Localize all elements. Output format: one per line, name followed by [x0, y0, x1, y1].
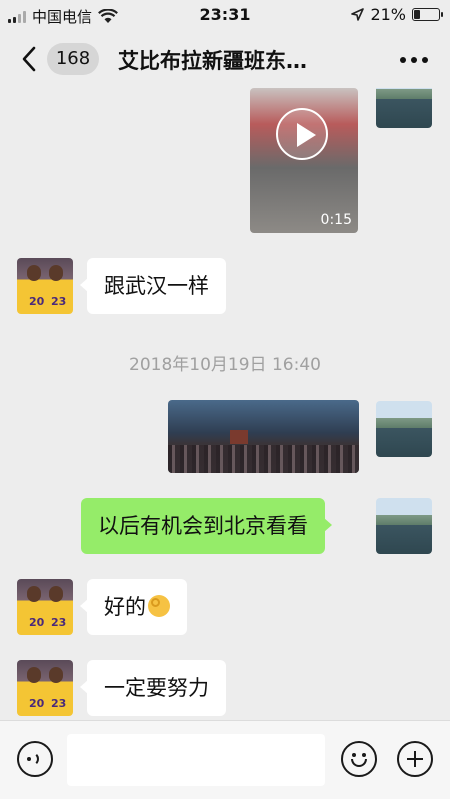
emoji-icon[interactable]: [341, 741, 377, 777]
back-chevron-icon[interactable]: [18, 45, 40, 73]
play-icon[interactable]: [276, 108, 328, 160]
location-icon: [351, 8, 365, 21]
contact-avatar[interactable]: 20 23: [17, 579, 73, 635]
message-bubble[interactable]: 以后有机会到北京看看: [81, 498, 332, 554]
my-avatar[interactable]: [376, 401, 432, 457]
chat-title: 艾比布拉新疆班东…: [118, 49, 307, 73]
video-message[interactable]: 0:15: [250, 88, 358, 233]
message-bubble[interactable]: 跟武汉一样: [80, 258, 226, 314]
my-avatar[interactable]: [376, 498, 432, 554]
timestamp-label: 2018年10月19日 16:40: [129, 355, 321, 375]
more-options-icon[interactable]: [400, 57, 428, 63]
message-bubble[interactable]: 一定要努力: [80, 660, 226, 716]
chat-header: 168 艾比布拉新疆班东…: [0, 30, 450, 88]
ok-hand-emoji-icon: [148, 595, 170, 617]
status-right: 21%: [351, 5, 443, 24]
status-bar: 中国电信 23:31 21%: [0, 0, 450, 30]
add-more-icon[interactable]: [397, 741, 433, 777]
voice-input-icon[interactable]: [17, 741, 53, 777]
input-toolbar: [0, 720, 450, 799]
battery-percent: 21%: [370, 5, 406, 24]
my-avatar[interactable]: [376, 88, 432, 128]
contact-avatar[interactable]: 20 23: [17, 660, 73, 716]
message-list[interactable]: 0:15 20 23 跟武汉一样 2018年10月19日 16:40 以后有机会到…: [0, 88, 450, 720]
battery-icon: [412, 8, 443, 21]
message-text: 好的: [104, 595, 146, 619]
unread-count-badge[interactable]: 168: [47, 43, 99, 75]
message-input[interactable]: [67, 734, 325, 786]
video-duration: 0:15: [320, 212, 352, 228]
image-message[interactable]: [168, 400, 359, 473]
message-bubble[interactable]: 好的: [80, 579, 187, 635]
contact-avatar[interactable]: 20 23: [17, 258, 73, 314]
